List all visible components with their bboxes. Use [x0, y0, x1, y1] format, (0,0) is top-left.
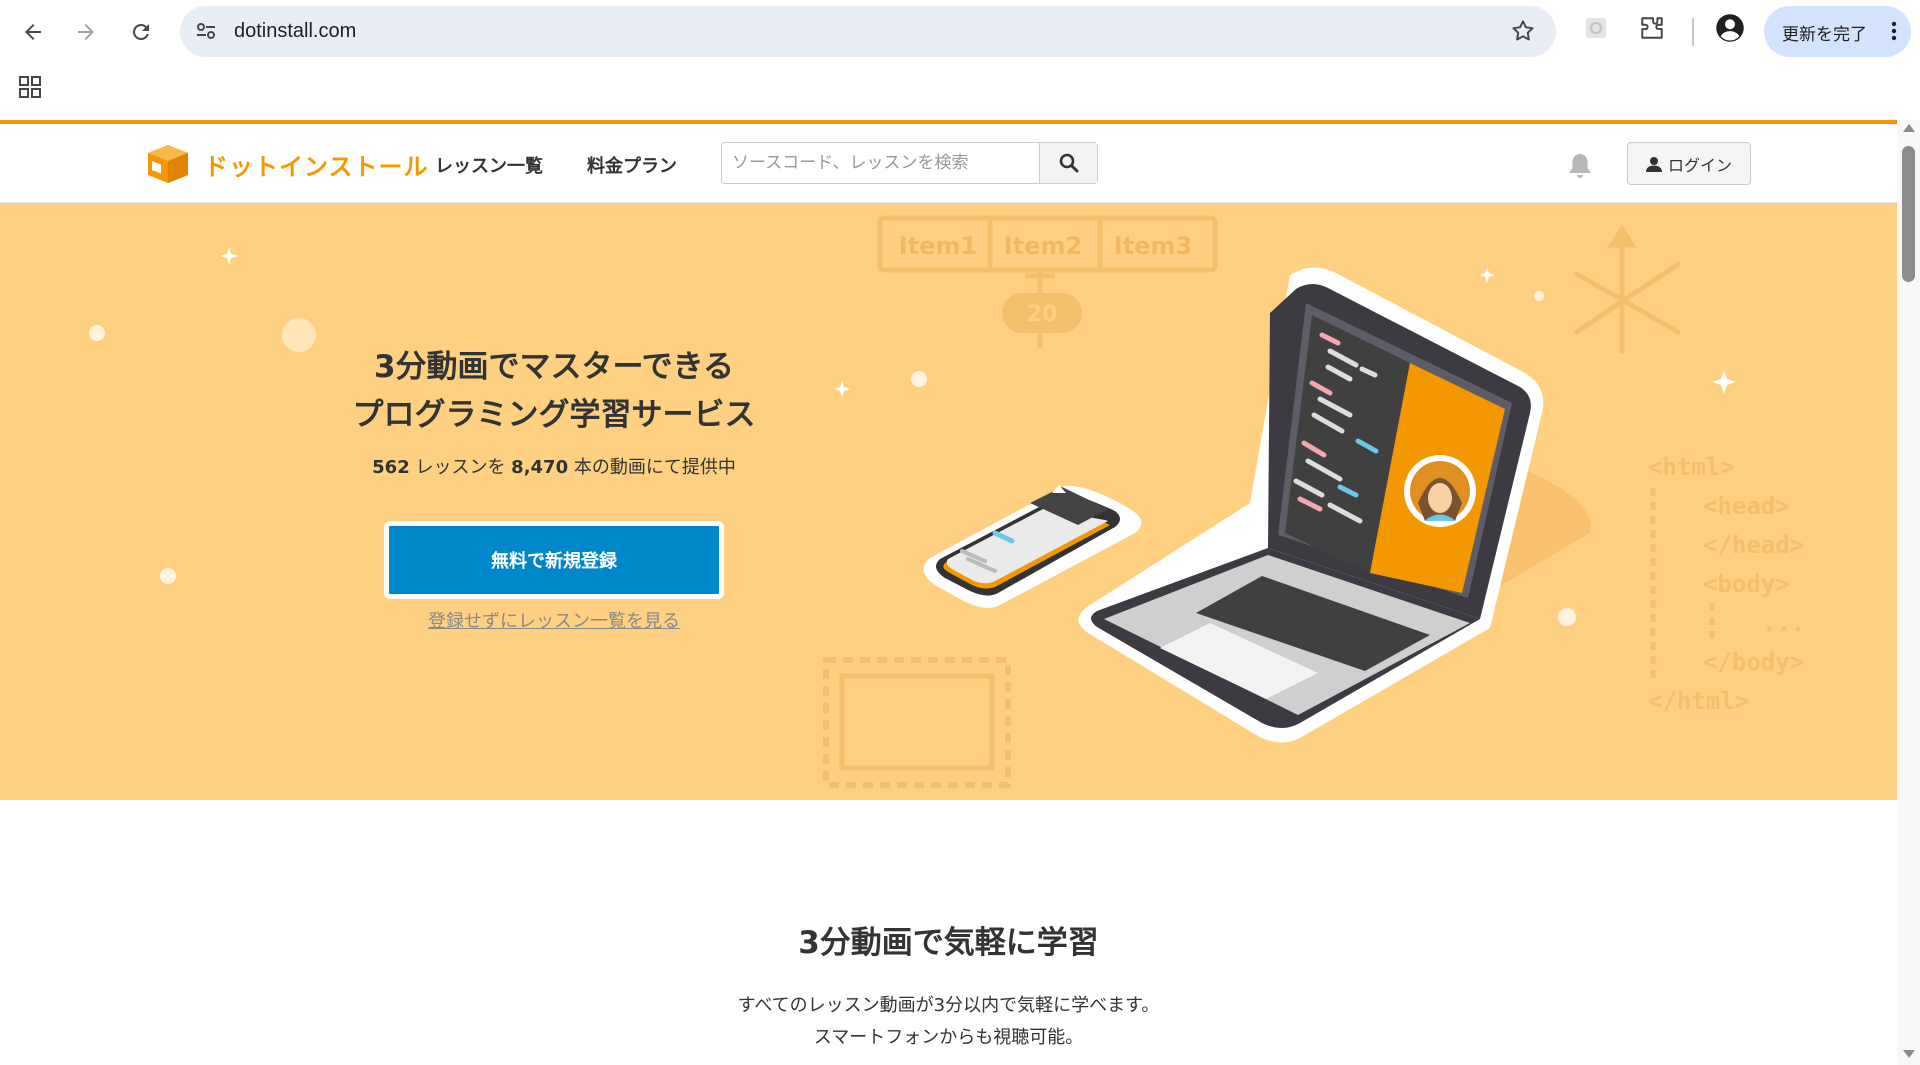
forward-button[interactable] [66, 12, 106, 52]
sparkle-icon [1712, 370, 1736, 394]
hero-title: 3分動画でマスターできる プログラミング学習サービス [300, 343, 808, 439]
art-code-line: </head> [1703, 531, 1804, 559]
videos-text: 本の動画にて提供中 [568, 457, 736, 478]
logo-box-icon [148, 145, 188, 183]
arrow-right-icon [78, 24, 94, 40]
section-title: 3分動画で気軽に学習 [798, 925, 1099, 961]
nav-pricing-link[interactable]: 料金プラン [587, 152, 677, 178]
dot [911, 371, 927, 387]
dot [160, 568, 176, 584]
search-form [721, 142, 1098, 184]
hero-stats: 562 レッスンを 8,470 本の動画にて提供中 [300, 453, 808, 479]
art-code-line: </html> [1648, 687, 1749, 715]
scroll-up-arrow-icon[interactable] [1903, 124, 1915, 132]
site-header: ドットインストール レッスン一覧 料金プラン ログイン [0, 120, 1897, 203]
update-button[interactable]: 更新を完了 [1764, 6, 1911, 57]
dot [1558, 608, 1576, 626]
hero-title-line: プログラミング学習サービス [352, 397, 756, 433]
signup-button[interactable]: 無料で新規登録 [384, 521, 724, 599]
art-tab-text: Item1 [899, 232, 977, 260]
dot [89, 325, 105, 341]
scroll-down-arrow-icon[interactable] [1903, 1050, 1915, 1058]
scrollbar-thumb[interactable] [1902, 146, 1915, 282]
art-badge-text: 20 [1027, 302, 1058, 327]
section-desc-line: スマートフォンからも視聴可能。 [813, 1027, 1084, 1048]
page-scrollbar[interactable] [1897, 120, 1920, 1065]
hero-illustration: Item1 Item2 Item3 20 <html> <head> </hea… [89, 215, 1805, 788]
lessons-text: レッスンを [409, 457, 512, 478]
section-description: すべてのレッスン動画が3分以内で気軽に学べます。 スマートフォンからも視聴可能。 [0, 990, 1897, 1054]
login-button[interactable]: ログイン [1627, 142, 1751, 185]
user-icon [1645, 156, 1662, 172]
notification-bell-icon[interactable] [1568, 152, 1592, 180]
lessons-count: 562 [372, 457, 410, 478]
browser-chrome: dotinstall.com 更新を完了 [0, 0, 1920, 120]
more-vert-icon [1891, 21, 1897, 41]
arrow-left-icon [25, 24, 41, 40]
address-bar[interactable]: dotinstall.com [180, 6, 1556, 57]
hero-title-line: 3分動画でマスターできる [373, 349, 735, 385]
back-button[interactable] [13, 12, 53, 52]
site-logo[interactable]: ドットインストール [146, 142, 429, 186]
profile-avatar-icon[interactable] [1715, 13, 1745, 43]
page-viewport: ドットインストール レッスン一覧 料金プラン ログイン [0, 120, 1897, 1065]
search-button[interactable] [1039, 143, 1097, 183]
nav-lessons-link[interactable]: レッスン一覧 [435, 152, 543, 178]
toolbar-separator [1692, 18, 1694, 46]
browse-lessons-link[interactable]: 登録せずにレッスン一覧を見る [300, 607, 808, 633]
art-tab-text: Item3 [1114, 232, 1192, 260]
login-label: ログイン [1667, 155, 1732, 175]
art-code-line: <html> [1648, 453, 1735, 481]
dot [1534, 291, 1544, 301]
art-code-line: <body> [1703, 570, 1790, 598]
search-input[interactable] [722, 143, 1040, 183]
art-code-line: </body> [1703, 648, 1804, 676]
site-info-icon[interactable] [194, 19, 218, 43]
search-icon [1059, 153, 1078, 173]
art-code-line: ... [1762, 609, 1805, 637]
section-desc-line: すべてのレッスン動画が3分以内で気軽に学べます。 [737, 995, 1160, 1016]
update-label: 更新を完了 [1782, 25, 1867, 45]
apps-grid-icon[interactable] [18, 75, 42, 99]
reload-button[interactable] [121, 12, 161, 52]
videos-count: 8,470 [511, 457, 569, 478]
code-graphic: <html> <head> </head> <body> ... </body>… [1648, 453, 1805, 715]
hero-section: Item1 Item2 Item3 20 <html> <head> </hea… [0, 203, 1897, 800]
sparkle-icon [220, 247, 238, 265]
sparkle-icon [1479, 267, 1495, 283]
frame-graphic [823, 657, 1011, 788]
art-code-line: <head> [1703, 492, 1790, 520]
extensions-puzzle-icon[interactable] [1637, 13, 1667, 43]
bookmark-star-icon[interactable] [1510, 18, 1536, 44]
extension-icon[interactable] [1581, 13, 1611, 43]
phone-graphic [923, 485, 1142, 608]
logo-text: ドットインストール [204, 152, 429, 181]
reload-icon [133, 23, 149, 40]
sparkle-icon [834, 381, 850, 397]
laptop-graphic [1078, 267, 1544, 743]
art-tab-text: Item2 [1004, 232, 1082, 260]
compass-graphic [1573, 224, 1682, 353]
url-text: dotinstall.com [234, 20, 357, 42]
